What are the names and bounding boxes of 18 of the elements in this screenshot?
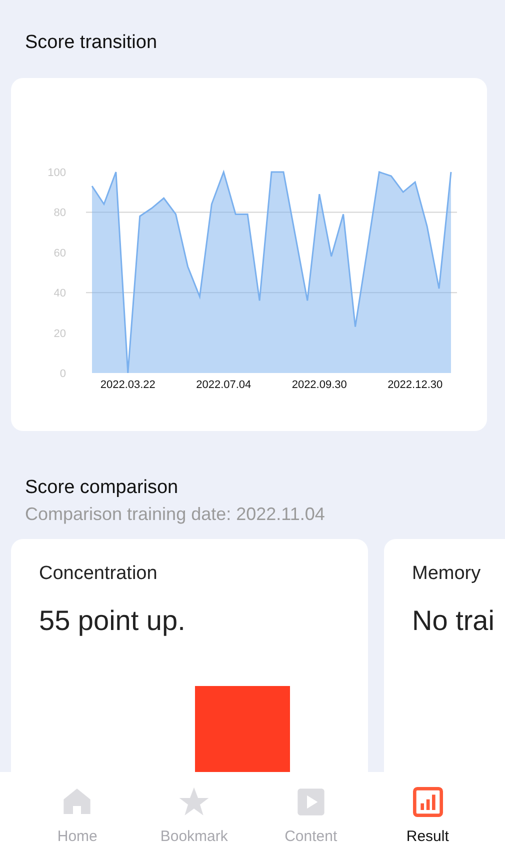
comparison-date: Comparison training date: 2022.11.04 — [24, 503, 326, 526]
x-axis-label: 2022.03.22 — [100, 379, 156, 391]
play-icon — [294, 786, 327, 818]
x-axis-label: 2022.07.04 — [196, 379, 252, 391]
tab[interactable]: Result — [369, 772, 486, 860]
star-icon — [178, 786, 210, 818]
tab[interactable]: Content — [252, 772, 370, 860]
score-result: No trai — [412, 604, 496, 638]
tab[interactable]: Home — [19, 772, 136, 860]
x-axis-label: 2022.12.30 — [388, 379, 443, 391]
category-label: Concentration — [39, 562, 158, 586]
x-axis-label: 2022.09.30 — [292, 379, 347, 391]
category-label: Memory — [412, 562, 482, 586]
bar-chart-icon — [412, 786, 444, 818]
tab[interactable]: Bookmark — [136, 772, 252, 860]
score-result: 55 point up. — [39, 604, 186, 638]
section-title: Score transition — [24, 31, 158, 55]
section-title: Score comparison — [24, 476, 180, 500]
